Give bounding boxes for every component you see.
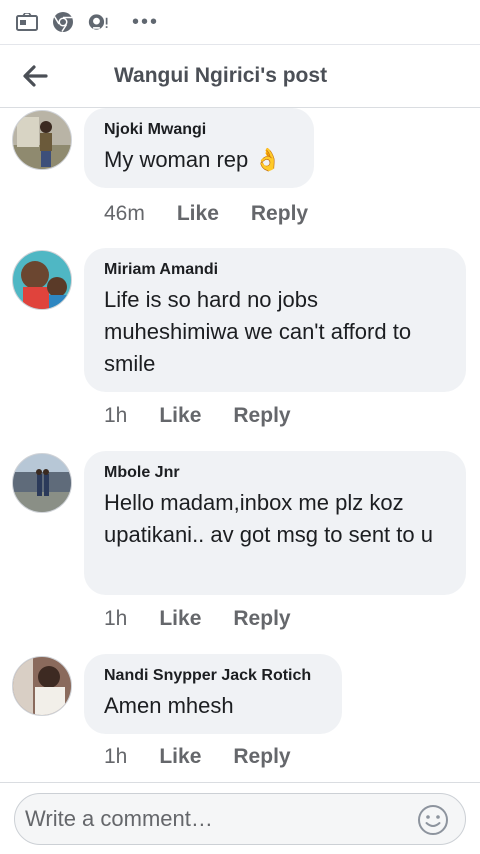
comment-author[interactable]: Mbole Jnr (104, 463, 446, 483)
status-bar: ••• (0, 0, 480, 44)
comment-author[interactable]: Miriam Amandi (104, 260, 446, 280)
alert-app-icon (88, 11, 110, 33)
reply-button[interactable]: Reply (251, 202, 308, 226)
comment-bubble: Nandi Snypper Jack Rotich Amen mhesh (84, 654, 342, 734)
reply-button[interactable]: Reply (233, 745, 290, 769)
comment-time: 1h (104, 745, 128, 768)
comment-actions: 1h Like Reply (104, 607, 323, 631)
like-button[interactable]: Like (159, 745, 201, 769)
avatar[interactable] (12, 453, 72, 513)
page-title: Wangui Ngirici's post (114, 64, 328, 87)
like-button[interactable]: Like (159, 607, 201, 631)
sim-card-icon (16, 11, 38, 33)
comment-author[interactable]: Njoki Mwangi (104, 120, 294, 140)
smiley-icon[interactable] (417, 804, 449, 836)
chrome-icon (52, 11, 74, 33)
more-status-icon: ••• (132, 11, 160, 33)
comment-actions: 46m Like Reply (104, 202, 340, 226)
comment-list: Njoki Mwangi My woman rep 👌 46m Like Rep… (0, 108, 480, 786)
comment-box[interactable] (14, 793, 466, 845)
comment-bubble: Njoki Mwangi My woman rep 👌 (84, 108, 314, 188)
comment-time: 1h (104, 607, 128, 630)
comment-composer (0, 782, 480, 854)
post-header: Wangui Ngirici's post (0, 44, 480, 108)
comment-text: Life is so hard no jobs muheshimiwa we c… (104, 287, 412, 376)
comment-author[interactable]: Nandi Snypper Jack Rotich (104, 666, 322, 686)
comment-text: Amen mhesh (104, 693, 234, 718)
reply-button[interactable]: Reply (233, 404, 290, 428)
avatar[interactable] (12, 110, 72, 170)
comment-actions: 1h Like Reply (104, 745, 323, 769)
avatar[interactable] (12, 250, 72, 310)
like-button[interactable]: Like (177, 202, 219, 226)
comment-text: My woman rep 👌 (104, 147, 282, 172)
avatar[interactable] (12, 656, 72, 716)
comment-time: 46m (104, 202, 145, 225)
arrow-left-icon (23, 65, 48, 87)
comment-time: 1h (104, 404, 128, 427)
comment-bubble: Miriam Amandi Life is so hard no jobs mu… (84, 248, 466, 392)
comment-actions: 1h Like Reply (104, 404, 323, 428)
comment-text: Hello madam,inbox me plz koz upatikani..… (104, 490, 433, 547)
comment-bubble: Mbole Jnr Hello madam,inbox me plz koz u… (84, 451, 466, 595)
like-button[interactable]: Like (159, 404, 201, 428)
comment-input[interactable] (25, 806, 405, 832)
back-button[interactable] (0, 44, 70, 108)
reply-button[interactable]: Reply (233, 607, 290, 631)
